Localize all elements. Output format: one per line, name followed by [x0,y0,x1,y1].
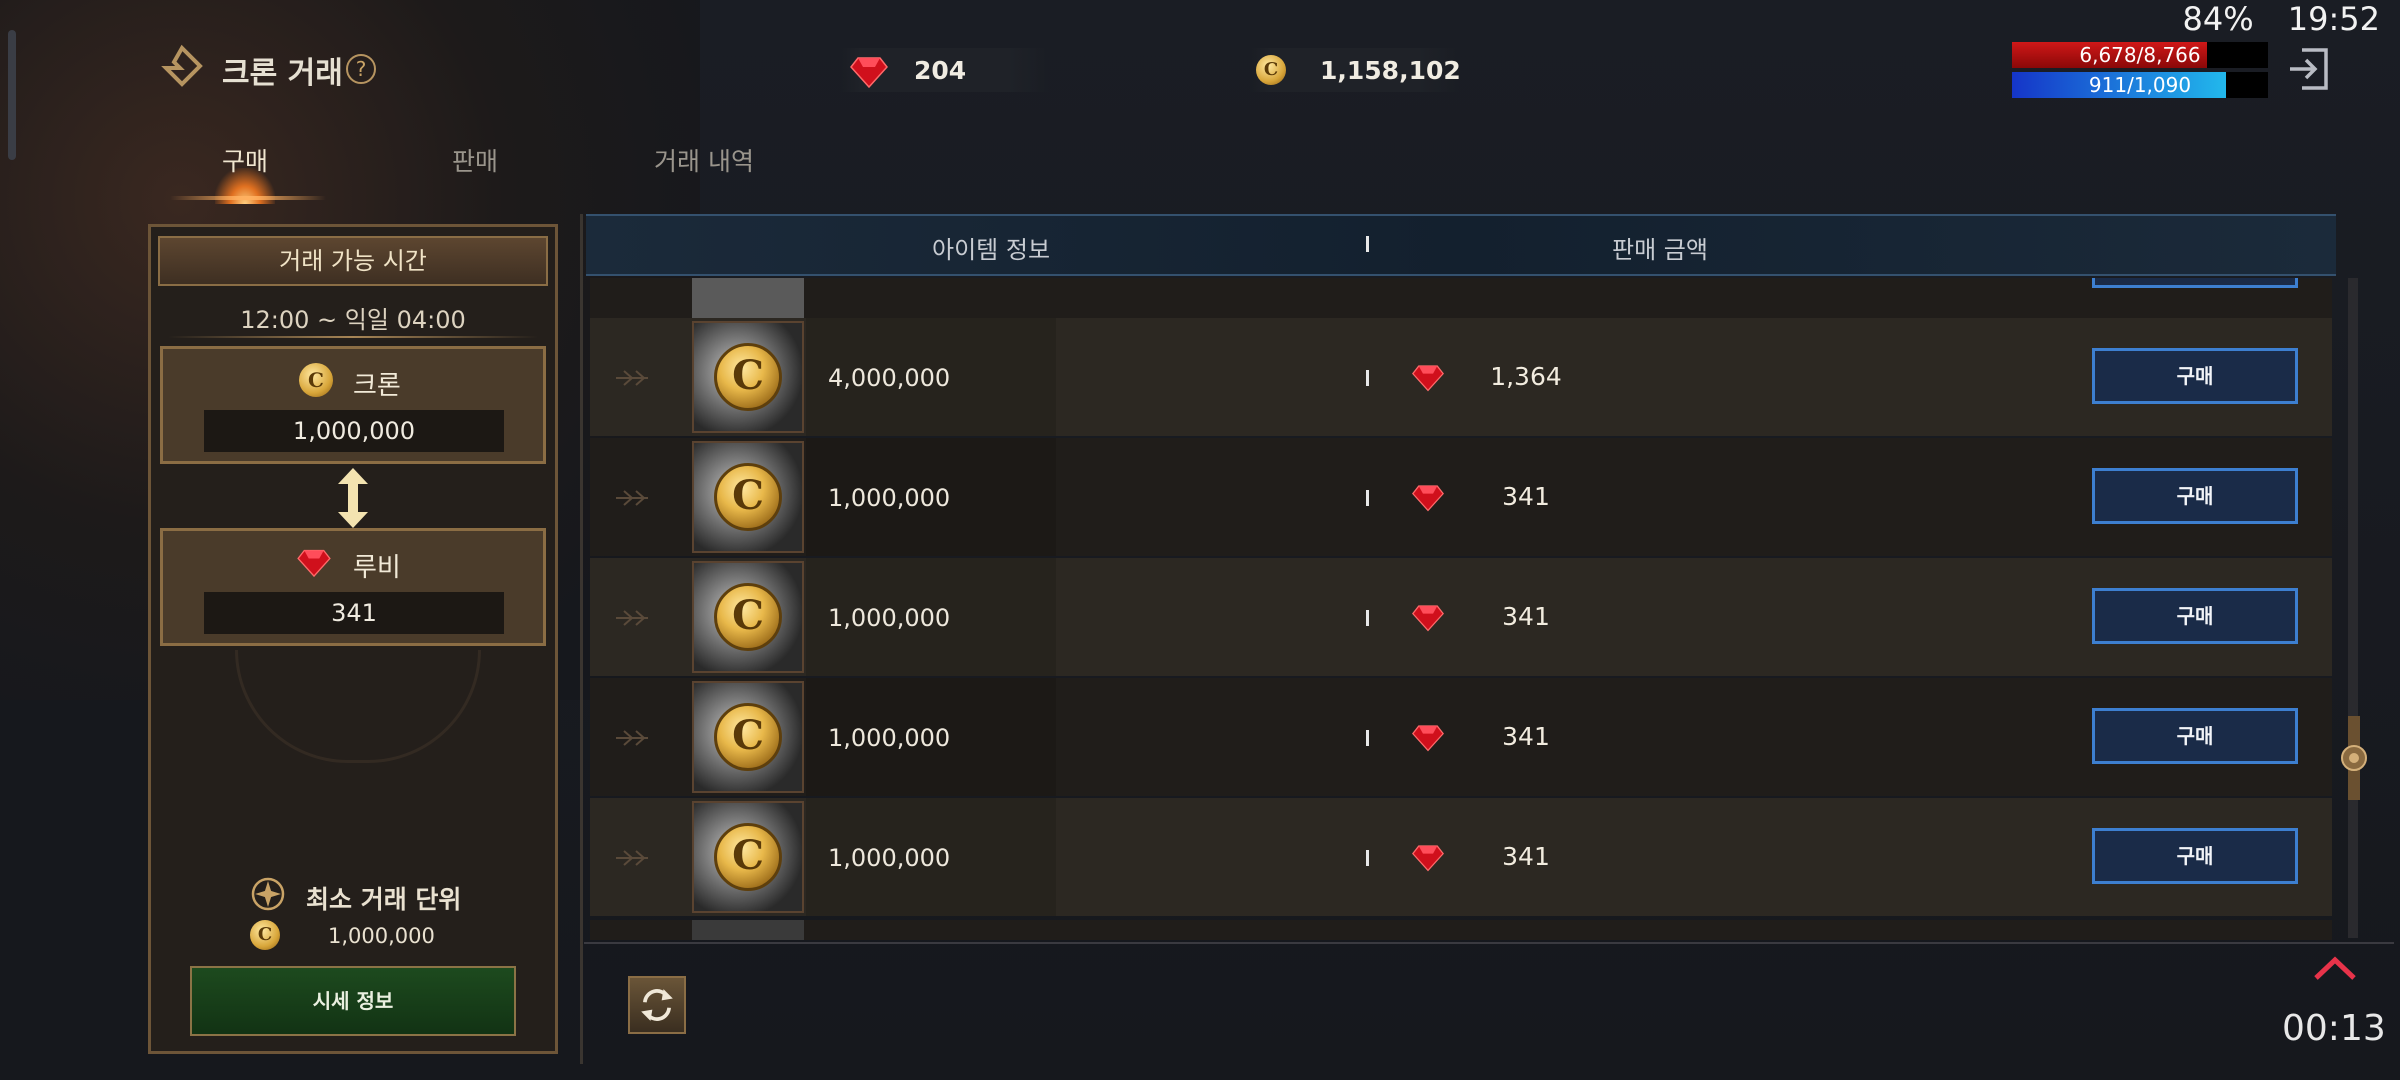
edge-handle[interactable] [8,30,16,160]
column-separator [1366,730,1369,746]
item-price: 341 [1502,842,1550,871]
ruby-amount: 204 [914,56,967,85]
tab-buy[interactable]: 구매 [222,142,268,178]
coin-icon: C [299,363,333,397]
divider [168,336,538,338]
item-quantity: 4,000,000 [828,364,951,392]
trade-logo-icon [161,44,203,87]
buy-button[interactable]: 구매 [2092,348,2298,404]
ruby-balance: 204 [840,48,1050,92]
to-amount-field: 341 [204,592,504,634]
from-amount-field: 1,000,000 [204,410,504,452]
to-currency-label: 루비 [353,553,401,583]
mp-text: 911/1,090 [2088,73,2192,97]
coin-icon: C [714,823,782,891]
table-row: C 1,000,000 341 구매 [590,678,2332,796]
row-ornament-icon [616,610,648,626]
item-thumbnail: C [692,321,804,433]
buy-button[interactable]: 구매 [2092,468,2298,524]
mp-bar: 911/1,090 [2012,72,2268,98]
scrollbar-thumb[interactable] [2340,716,2368,800]
buy-button[interactable]: 구매 [2092,588,2298,644]
item-quantity: 1,000,000 [828,604,951,632]
from-currency-label: 크론 [353,371,401,401]
buy-button[interactable]: 구매 [2092,708,2298,764]
battery-level: 84% [2182,0,2254,38]
trade-time-range: 12:00 ~ 익일 04:00 [240,306,466,334]
coin-icon: C [714,583,782,651]
column-sale-price: 판매 금액 [1612,236,1708,264]
item-thumbnail [692,920,804,940]
coin-icon: C [714,703,782,771]
row-ornament-icon [616,730,648,746]
coin-icon: C [1256,55,1286,85]
item-price: 341 [1502,602,1550,631]
session-timer: 00:13 [2282,1008,2386,1049]
scrollbar-track[interactable] [2348,278,2358,938]
column-separator [1366,490,1369,506]
coin-icon: C [714,463,782,531]
hp-text: 6,678/8,766 [2079,43,2201,67]
help-icon[interactable]: ? [346,54,376,84]
coin-balance: C 1,158,102 [1250,48,1461,92]
min-unit-value: 1,000,000 [328,924,435,948]
row-ornament-icon [616,850,648,866]
chevron-up-icon[interactable] [2310,952,2360,984]
status-bar: 84% 19:52 [2158,0,2380,38]
ruby-icon [1412,725,1444,752]
table-row-partial [590,278,2332,318]
item-price: 341 [1502,482,1550,511]
hp-bar: 6,678/8,766 [2012,42,2268,68]
exit-icon[interactable] [2286,46,2330,92]
buy-button-partial[interactable] [2092,278,2298,288]
table-row: C 1,000,000 341 구매 [590,558,2332,676]
refresh-icon[interactable] [628,976,686,1034]
item-quantity: 1,000,000 [828,484,951,512]
column-item-info: 아이템 정보 [932,236,1051,264]
item-quantity: 1,000,000 [828,724,951,752]
divider [584,942,2394,944]
table-row: C 1,000,000 341 구매 [590,438,2332,556]
tab-underline [170,196,326,200]
coin-icon: C [250,920,280,950]
buy-button[interactable]: 구매 [2092,828,2298,884]
column-separator [1366,610,1369,626]
column-separator [1366,370,1369,386]
table-row: C 1,000,000 341 구매 [590,798,2332,916]
item-thumbnail: C [692,681,804,793]
ruby-icon [850,57,888,88]
column-separator [1366,850,1369,866]
ruby-icon [297,549,331,577]
column-separator [1366,236,1369,252]
item-thumbnail: C [692,561,804,673]
table-row: C 4,000,000 1,364 구매 [590,318,2332,436]
row-ornament-icon [616,370,648,386]
coin-icon: C [714,343,782,411]
ruby-icon [1412,485,1444,512]
min-unit-label: 최소 거래 단위 [306,885,462,914]
table-header [586,214,2336,276]
ruby-icon [1412,845,1444,872]
clock: 19:52 [2287,0,2380,38]
item-thumbnail [692,278,804,318]
page-title: 크론 거래 [222,56,343,91]
table-row-partial [590,920,2332,940]
trade-time-header: 거래 가능 시간 [158,236,548,286]
row-ornament-icon [616,490,648,506]
tab-sell[interactable]: 판매 [452,142,498,178]
compass-icon [251,877,285,911]
market-info-button[interactable]: 시세 정보 [190,966,516,1036]
ruby-icon [1412,605,1444,632]
ruby-icon [1412,365,1444,392]
item-thumbnail: C [692,801,804,913]
item-thumbnail: C [692,441,804,553]
item-price: 1,364 [1490,362,1562,391]
item-price: 341 [1502,722,1550,751]
exchange-arrow-icon [338,468,368,528]
coin-amount: 1,158,102 [1320,56,1461,85]
tab-history[interactable]: 거래 내역 [654,142,754,178]
item-quantity: 1,000,000 [828,844,951,872]
panel-divider [580,214,583,1064]
